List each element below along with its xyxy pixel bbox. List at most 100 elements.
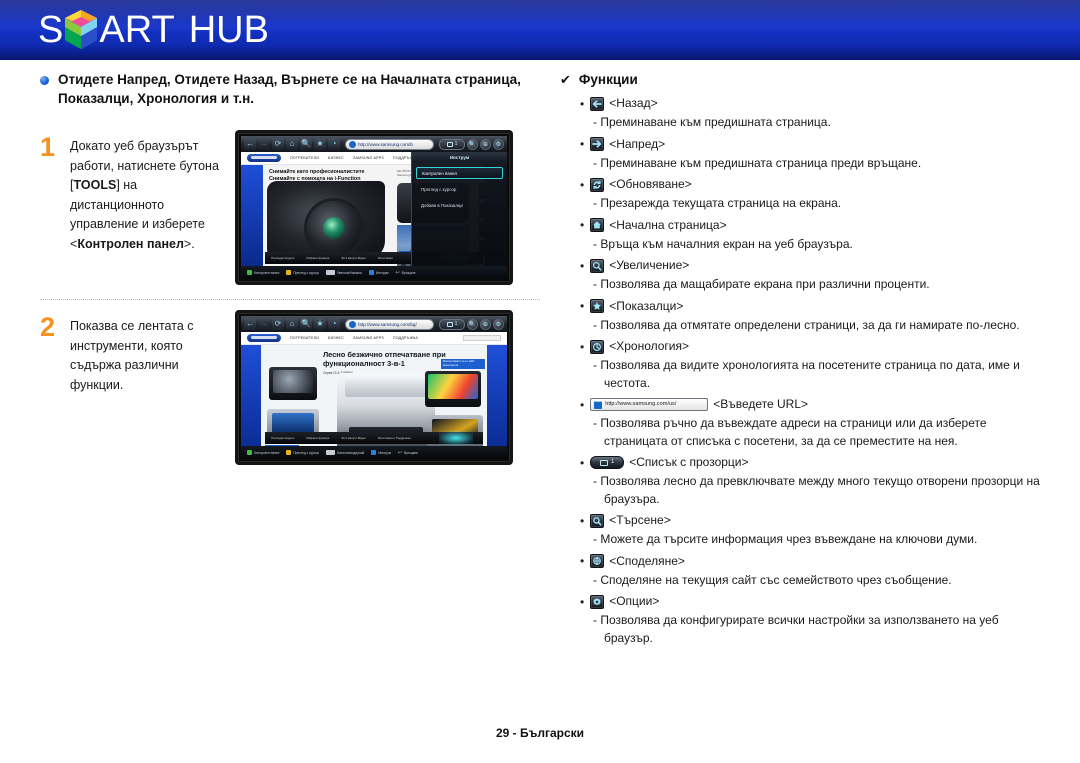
features-list: <Назад> - Преминаване към предишната стр…: [560, 95, 1050, 647]
window-square-icon: [600, 459, 609, 466]
feature-share-head: <Споделяне>: [580, 553, 1050, 570]
tv1-bottom-nav-item[interactable]: Избрани функции: [306, 256, 329, 260]
tv2-zoom-icon[interactable]: 🔍: [300, 318, 312, 330]
feature-options-desc: - Позволява да конфигурирате всички наст…: [593, 613, 999, 645]
feature-window-list-label: <Списък с прозорци>: [629, 455, 749, 469]
feature-zoom: <Увеличение> - Позволява да мащабирате е…: [580, 257, 1050, 294]
check-icon: ✔: [560, 71, 571, 87]
feature-window-list: 1 <Списък с прозорци> - Позволява лесно …: [580, 454, 1050, 508]
feature-back: <Назад> - Преминаване към предишната стр…: [580, 95, 1050, 132]
tv2-nav-item[interactable]: ПОДДРЪЖКА: [393, 336, 418, 340]
feature-enter-url-desc: - Позволява ръчно да въвеждате адреси на…: [593, 416, 987, 448]
history-clock-icon[interactable]: [590, 339, 605, 354]
tv1-nav-item[interactable]: ПОТРЕБИТЕЛИ: [290, 156, 319, 160]
tv2-history-icon[interactable]: ◔: [328, 318, 340, 330]
tv2-led-monitor-image: [425, 371, 481, 407]
feature-zoom-head: <Увеличение>: [580, 257, 1050, 274]
feature-history: <Хронология> - Позволява да видите хроно…: [580, 338, 1050, 392]
tv1-url-globe-icon: [349, 140, 356, 148]
tv2-search-icon[interactable]: 🔍: [467, 318, 478, 330]
tv1-home-icon[interactable]: ⌂: [286, 138, 298, 150]
options-gear-icon[interactable]: [590, 594, 605, 609]
tv1-history-icon[interactable]: ◔: [328, 138, 340, 150]
tv2-hint-bar: Контролен панел Преглед с курсор Натисни…: [241, 446, 507, 459]
tv1-share-icon[interactable]: ⊕: [480, 138, 491, 150]
feature-refresh-head: <Обновяване>: [580, 176, 1050, 193]
tv1-url-text: http://www.samsung.com/b: [358, 141, 413, 147]
url-globe-icon: [594, 400, 603, 409]
tv1-bottom-nav-item[interactable]: За 3 минути Видео: [341, 256, 366, 260]
feature-options: <Опции> - Позволява да конфигурирате вси…: [580, 593, 1050, 647]
tv1-bottom-nav-item[interactable]: Последни модели: [271, 256, 294, 260]
tv2-nav-item[interactable]: БИЗНЕС: [328, 336, 344, 340]
tv1-nav-item[interactable]: SAMSUNG APPS: [353, 156, 384, 160]
feature-home-label: <Начална страница>: [609, 217, 727, 232]
tv2-bottom-nav-item[interactable]: За 3 минути Видео: [341, 436, 366, 440]
tv1-hint-bar: Контролен панел Преглед с курсор Увеличи…: [241, 266, 507, 279]
tv2-back-icon[interactable]: ←: [244, 318, 256, 330]
tv2-nav-item[interactable]: SAMSUNG APPS: [353, 336, 384, 340]
tv2-refresh-icon[interactable]: ⟳: [272, 318, 284, 330]
tv1-zoom-icon[interactable]: 🔍: [300, 138, 312, 150]
url-bar-icon[interactable]: http://www.samsung.com/us/: [590, 398, 709, 411]
tv2-home-icon[interactable]: ⌂: [286, 318, 298, 330]
tv1-search-icon[interactable]: 🔍: [467, 138, 478, 150]
tv2-bookmark-icon[interactable]: ★: [314, 318, 326, 330]
steps-container: 1 Докато уеб браузърът работи, натиснете…: [40, 130, 540, 465]
tv2-badge-right[interactable]: Впечатлявате се от LED мониторите: [441, 359, 485, 369]
tv2-nav-item[interactable]: ПОТРЕБИТЕЛИ: [290, 336, 319, 340]
tv1-hint-white: Увеличи/Намали: [326, 270, 362, 275]
back-arrow-icon[interactable]: [590, 96, 605, 111]
feature-window-list-desc: - Позволява лесно да превключвате между …: [593, 474, 1040, 506]
tv2-window-list-icon[interactable]: 1: [439, 318, 465, 330]
tv1-bookmark-icon[interactable]: ★: [314, 138, 326, 150]
feature-home: <Начална страница> - Връща към началния …: [580, 217, 1050, 254]
home-icon[interactable]: [590, 218, 605, 232]
tv2-url-globe-icon: [349, 320, 356, 328]
tv1-url-bar[interactable]: http://www.samsung.com/b: [345, 138, 434, 150]
step-1-bold-tools: TOOLS: [73, 178, 117, 192]
step-2-number: 2: [40, 312, 56, 342]
tv1-tools-menu-item-pointer-browsing[interactable]: Преглед с курсор: [416, 183, 503, 195]
tv2-bottom-nav-item[interactable]: Избрани функции: [306, 436, 329, 440]
tv1-tools-menu-item-control-panel[interactable]: Контролен панел: [416, 167, 503, 179]
tv2-bottom-nav-item[interactable]: Изтегляния и Поддръжка: [378, 436, 411, 440]
tv1-tools-menu-item-add-bookmark[interactable]: Добави в Показалци: [416, 199, 503, 211]
logo-text-art: ART: [99, 9, 175, 51]
tv2-forward-icon[interactable]: →: [258, 318, 270, 330]
tv2-site-search[interactable]: [463, 335, 501, 341]
tv2-hint-yellow: Преглед с курсор: [286, 450, 319, 455]
forward-arrow-icon[interactable]: [590, 137, 605, 151]
bookmark-star-icon[interactable]: [590, 299, 605, 313]
feature-forward-head: <Напред>: [580, 136, 1050, 153]
search-icon[interactable]: [590, 513, 605, 528]
share-icon[interactable]: [590, 554, 605, 568]
feature-back-desc: - Преминаване към предишната страница.: [593, 115, 831, 129]
tv2-bottom-nav-item[interactable]: Последни модели: [271, 436, 294, 440]
zoom-icon[interactable]: [590, 258, 605, 273]
tv1-bottom-nav-item[interactable]: Изтегляния: [378, 256, 393, 260]
tv2-monitor-image: [269, 367, 317, 400]
tv1-tools-menu: Инструм Контролен панел Преглед с курсор…: [411, 152, 507, 279]
tv1-refresh-icon[interactable]: ⟳: [272, 138, 284, 150]
feature-history-head: <Хронология>: [580, 338, 1050, 355]
tv1-forward-icon[interactable]: →: [258, 138, 270, 150]
tv2-page: ПОТРЕБИТЕЛИ БИЗНЕС SAMSUNG APPS ПОДДРЪЖК…: [241, 332, 507, 446]
tv1-options-icon[interactable]: ⚙: [493, 138, 504, 150]
tv1-camera-image: [267, 181, 385, 259]
feature-forward: <Напред> - Преминаване към предишната ст…: [580, 136, 1050, 173]
features-title: Функции: [578, 72, 638, 87]
tv1-nav-item[interactable]: БИЗНЕС: [328, 156, 344, 160]
tv2-share-icon[interactable]: ⊕: [480, 318, 491, 330]
tv1-back-icon[interactable]: ←: [244, 138, 256, 150]
tv2-url-bar[interactable]: http://www.samsung.com/bg/: [345, 318, 434, 330]
feature-search: <Търсене> - Можете да търсите информация…: [580, 512, 1050, 549]
tv2-browser-toolbar: ← → ⟳ ⌂ 🔍 ★ ◔ http://www.samsung.com/bg/…: [241, 316, 507, 332]
tv2-options-icon[interactable]: ⚙: [493, 318, 504, 330]
logo-letter-s: S: [38, 9, 64, 51]
window-list-icon[interactable]: 1: [590, 456, 625, 469]
tv1-window-list-icon[interactable]: 1: [439, 138, 465, 150]
step-2: 2 Показва се лентата с инструменти, коят…: [40, 310, 540, 465]
refresh-icon[interactable]: [590, 177, 605, 192]
section-heading-text: Отидете Напред, Отидете Назад, Върнете с…: [58, 72, 521, 106]
